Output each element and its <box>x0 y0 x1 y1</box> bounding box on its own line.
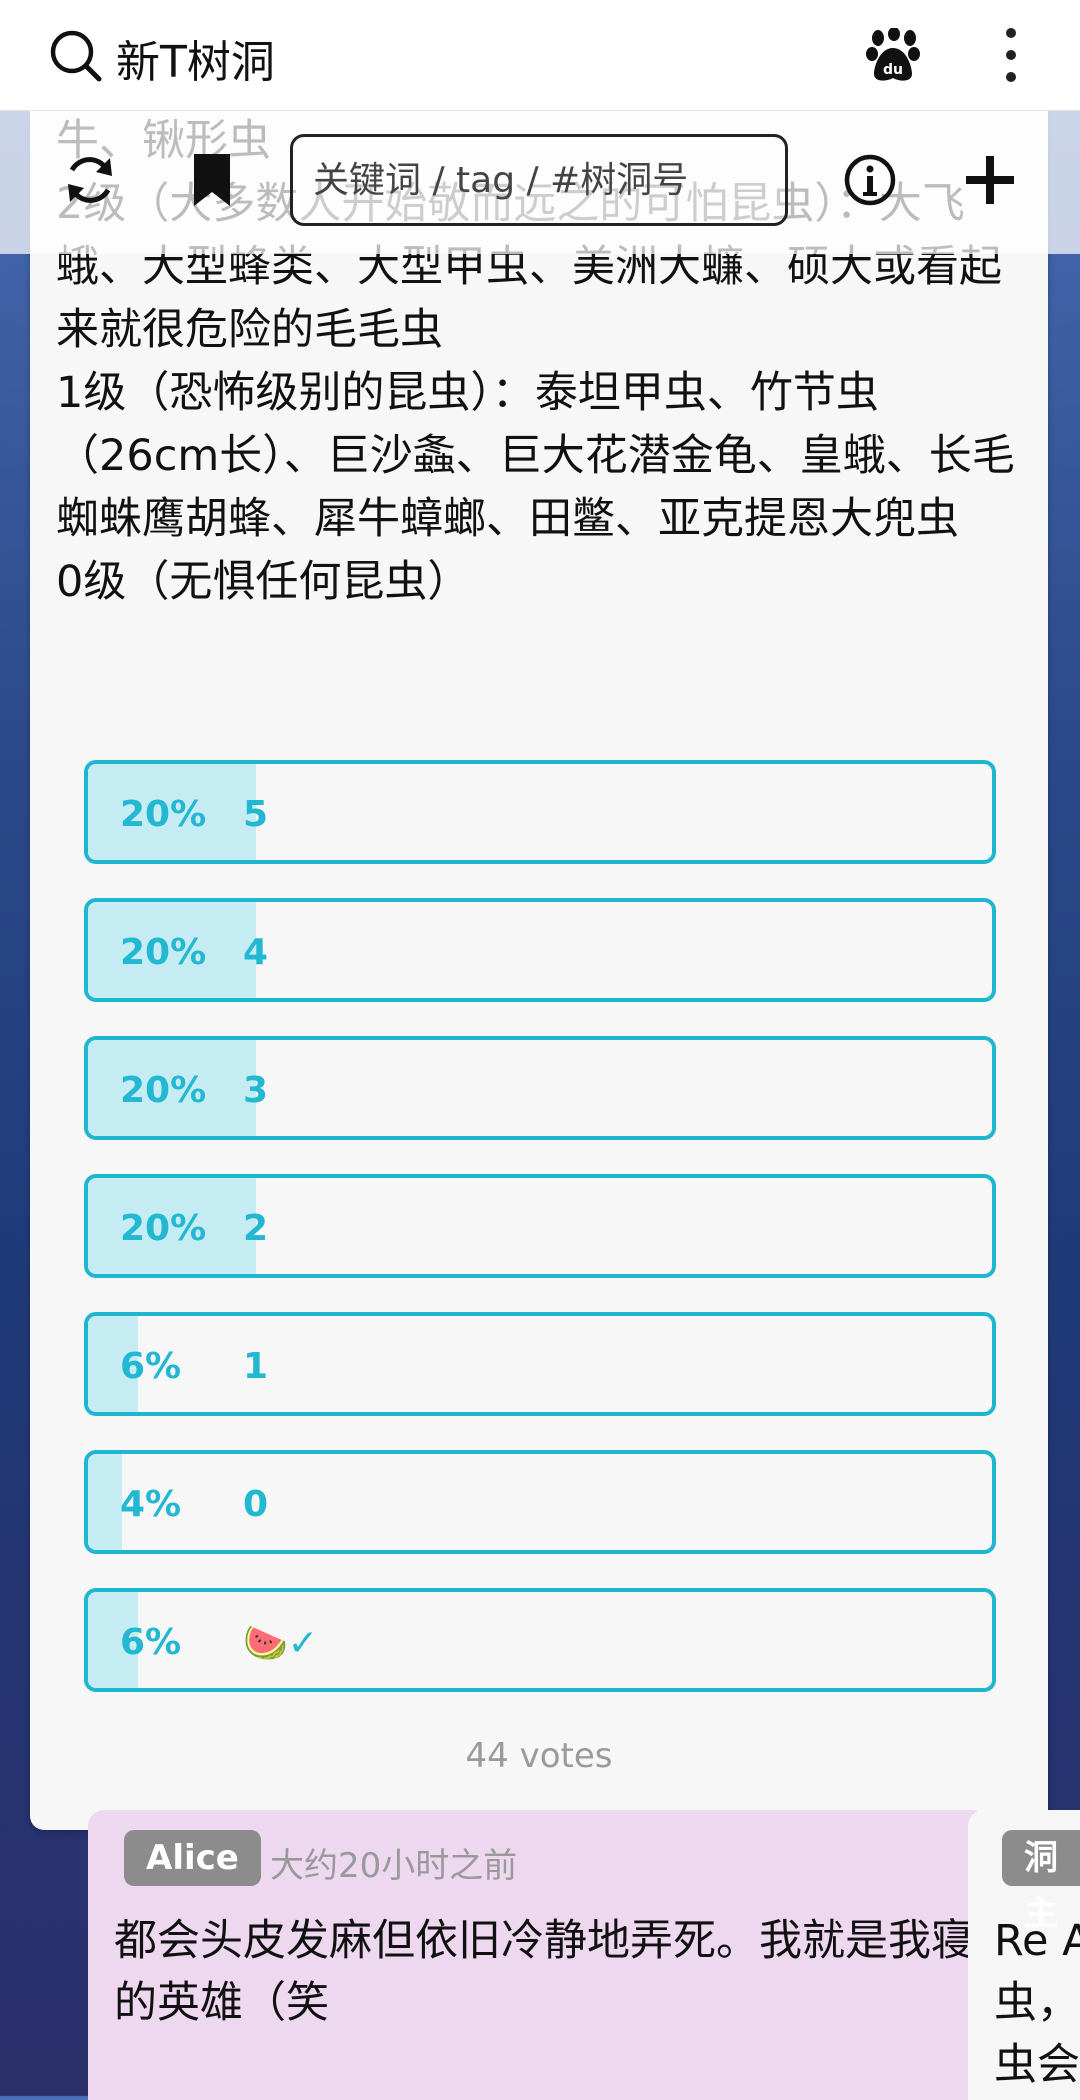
app-title: 新T树洞 <box>116 37 275 88</box>
reply-time: 大约20小时之前 <box>270 1846 518 1886</box>
paw-icon[interactable]: du <box>864 28 922 84</box>
search-box[interactable] <box>290 134 788 226</box>
reply-text: 都会头皮发麻但依旧冷静地弄死。我就是我寝的英雄（笑 <box>114 1916 974 2028</box>
poll-option-label: 0 <box>243 1484 269 1525</box>
post-card: 牛、锹形虫 2级（大多数人开始敬而远之的可怕昆虫）：大飞蛾、大型蜂类、大型甲虫、… <box>30 110 1048 1830</box>
toolbar <box>0 110 1080 254</box>
bookmark-icon[interactable] <box>180 148 244 212</box>
poll-option-percent: 20% <box>120 932 207 973</box>
poll-option[interactable]: 6% 1 <box>84 1312 996 1416</box>
poll-option[interactable]: 4% 0 <box>84 1450 996 1554</box>
poll-option-label: 1 <box>243 1346 269 1387</box>
poll-option-percent: 20% <box>120 794 207 835</box>
poll-option-percent: 20% <box>120 1070 207 1111</box>
author-tag: Alice <box>124 1830 261 1886</box>
poll-option[interactable]: 6% 🍉✓ <box>84 1588 996 1692</box>
poll-option-label: 4 <box>243 932 269 973</box>
poll-option-percent: 6% <box>120 1622 182 1663</box>
poll-option-percent: 20% <box>120 1208 207 1249</box>
poll-option-label: 2 <box>243 1208 269 1249</box>
poll-option-percent: 4% <box>120 1484 182 1525</box>
poll-option-percent: 6% <box>120 1346 182 1387</box>
refresh-icon[interactable] <box>58 148 122 212</box>
plus-icon[interactable] <box>958 148 1022 212</box>
poll-option-label: 🍉✓ <box>243 1623 318 1664</box>
poll: 20% 5 20% 4 20% 3 20% 2 6% 1 4% 0 6% 🍉✓ <box>84 760 996 1726</box>
app-bar: 新T树洞 du <box>0 0 1080 111</box>
reply-card[interactable]: 洞主 Re A 虫， 虫会 <box>968 1810 1080 2100</box>
vote-count: 44 votes <box>465 1736 613 1776</box>
search-input[interactable] <box>293 137 785 223</box>
author-tag: 洞主 <box>1002 1830 1080 1934</box>
svg-text:du: du <box>883 62 903 78</box>
reply-text: Re A 虫， 虫会 <box>994 1916 1080 2090</box>
poll-option[interactable]: 20% 5 <box>84 760 996 864</box>
poll-option-label: 5 <box>243 794 269 835</box>
info-icon[interactable] <box>838 148 902 212</box>
poll-option-fill <box>88 1454 122 1550</box>
poll-option[interactable]: 20% 3 <box>84 1036 996 1140</box>
poll-option[interactable]: 20% 2 <box>84 1174 996 1278</box>
reply-card[interactable]: Alice 大约20小时之前 都会头皮发麻但依旧冷静地弄死。我就是我寝的英雄（笑 <box>88 1810 988 2100</box>
poll-option[interactable]: 20% 4 <box>84 898 996 1002</box>
search-icon[interactable] <box>48 28 104 84</box>
more-vertical-icon[interactable] <box>996 24 1026 86</box>
poll-option-label: 3 <box>243 1070 269 1111</box>
